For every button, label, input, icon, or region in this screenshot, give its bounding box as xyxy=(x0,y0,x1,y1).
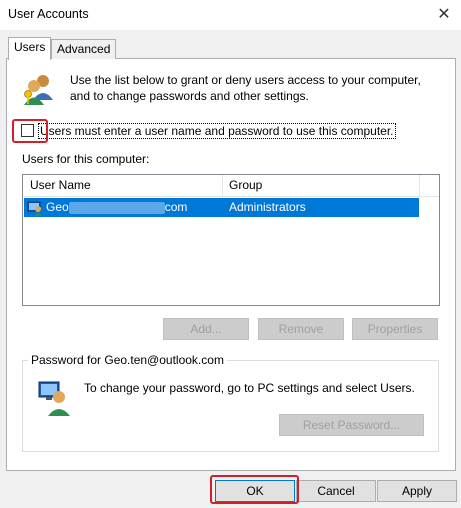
apply-button[interactable]: Apply xyxy=(377,480,457,502)
group-cell: Administrators xyxy=(229,200,306,214)
close-icon[interactable]: ✕ xyxy=(432,3,456,27)
users-listview[interactable]: User Name Group Geo com Administrators xyxy=(22,174,440,306)
checkbox-highlight-box xyxy=(12,119,48,143)
tab-advanced[interactable]: Advanced xyxy=(51,39,117,59)
list-header: User Name Group xyxy=(23,175,439,197)
password-group-title: Password for Geo.ten@outlook.com xyxy=(28,353,227,367)
redacted-text xyxy=(68,201,165,214)
user-name-prefix: Geo xyxy=(46,200,69,214)
users-list-label: Users for this computer: xyxy=(22,152,150,166)
user-name-suffix: com xyxy=(164,200,188,214)
user-icon xyxy=(27,200,43,216)
user-computer-icon xyxy=(38,380,70,416)
window-title: User Accounts xyxy=(8,7,89,21)
reset-password-button[interactable]: Reset Password... xyxy=(279,414,424,436)
cancel-button[interactable]: Cancel xyxy=(296,480,376,502)
properties-button[interactable]: Properties xyxy=(352,318,438,340)
list-scrollbar[interactable] xyxy=(420,175,438,303)
add-button[interactable]: Add... xyxy=(163,318,249,340)
ok-highlight-box xyxy=(210,475,299,504)
column-header-user-name[interactable]: User Name xyxy=(23,175,223,196)
require-password-label[interactable]: Users must enter a user name and passwor… xyxy=(38,123,396,139)
password-instructions: To change your password, go to PC settin… xyxy=(84,381,415,395)
remove-button[interactable]: Remove xyxy=(258,318,344,340)
column-header-group[interactable]: Group xyxy=(224,175,420,196)
table-row[interactable]: Geo com Administrators xyxy=(24,198,419,217)
user-name-cell: Geo com xyxy=(46,198,187,217)
info-text: Use the list below to grant or deny user… xyxy=(70,73,421,103)
password-groupbox xyxy=(22,360,439,452)
tab-users[interactable]: Users xyxy=(8,37,52,60)
users-icon xyxy=(22,72,56,106)
